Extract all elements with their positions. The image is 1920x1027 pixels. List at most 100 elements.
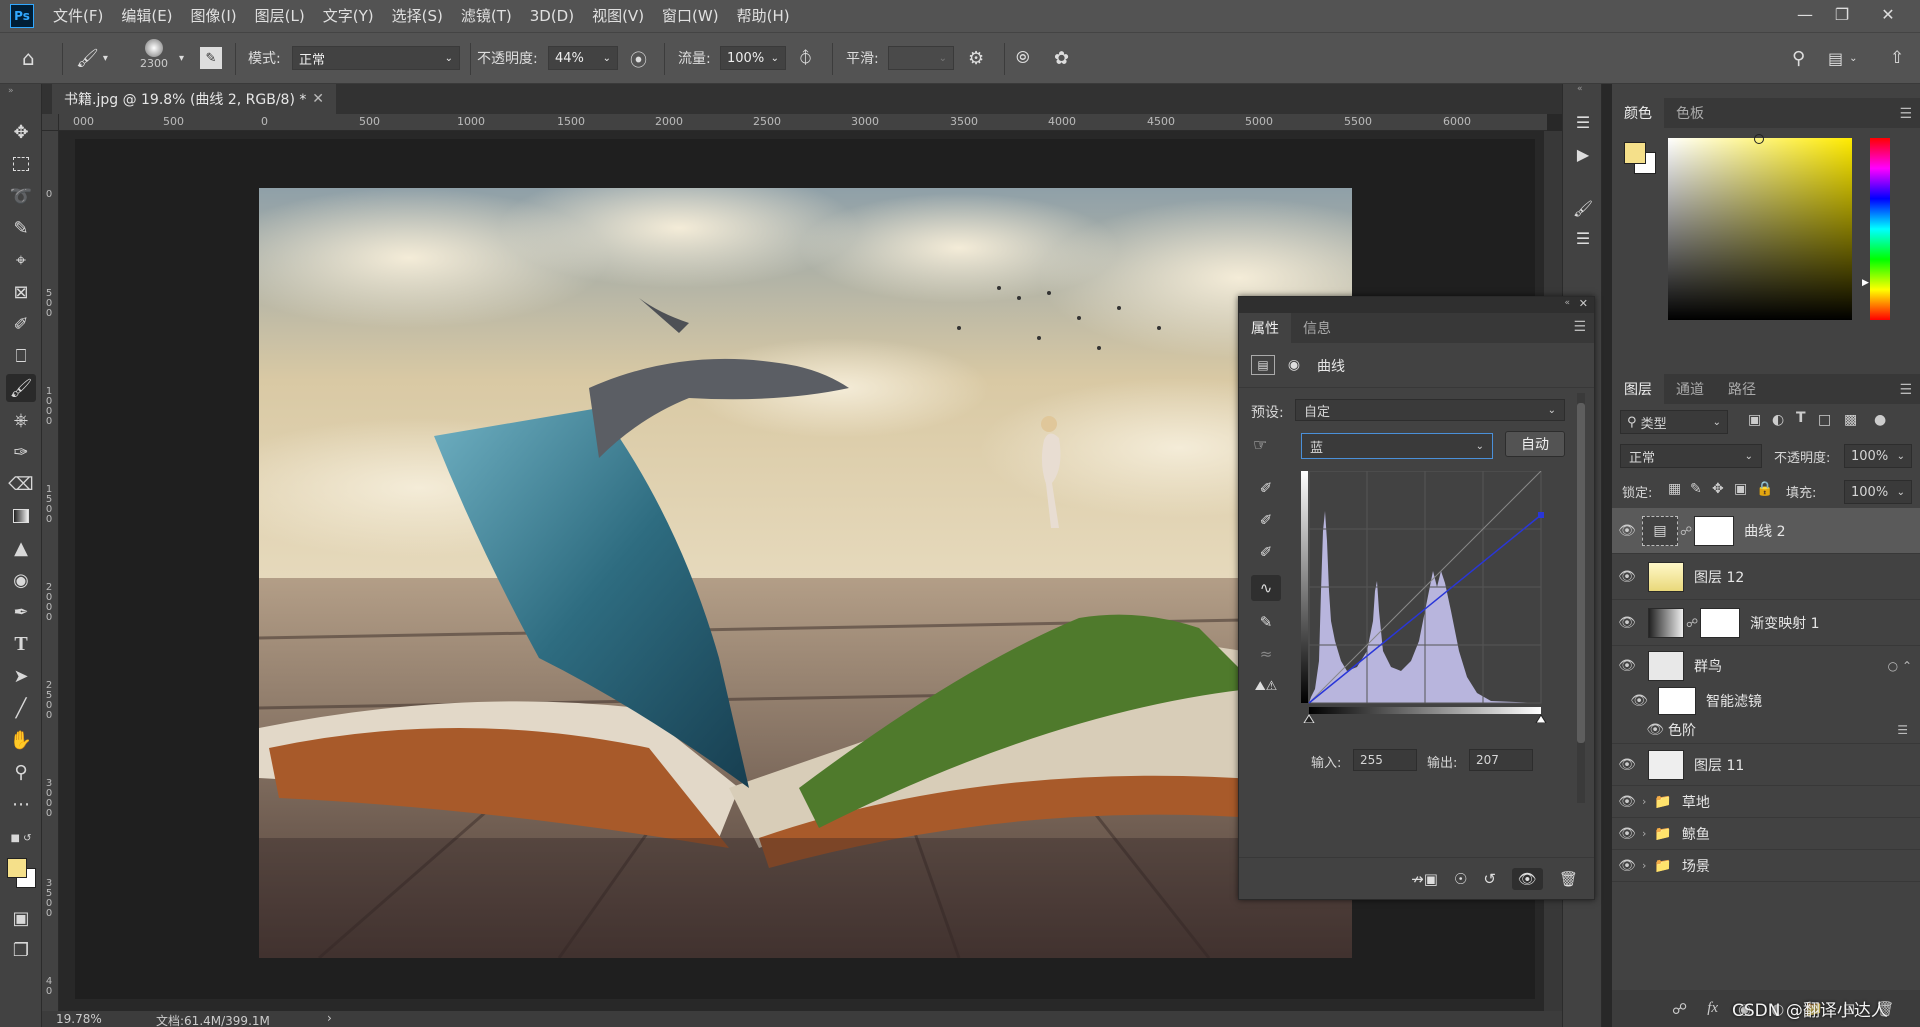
lock-artboard-icon[interactable]: ▣	[1734, 481, 1747, 497]
zoom-level[interactable]: 19.78%	[56, 1012, 102, 1026]
eyedropper-tool-icon[interactable]: ✐	[6, 310, 36, 338]
brush-size-picker[interactable]: 2300	[140, 39, 168, 79]
menu-edit[interactable]: 编辑(E)	[112, 0, 181, 32]
quick-selection-tool-icon[interactable]: ✎	[6, 214, 36, 242]
lock-position-icon[interactable]: ✥	[1712, 481, 1724, 497]
marquee-tool-icon[interactable]	[6, 150, 36, 178]
tab-layers[interactable]: 图层	[1612, 374, 1664, 404]
input-value-field[interactable]: 255	[1353, 749, 1417, 771]
layer-row[interactable]: 👁 图层 12	[1612, 554, 1920, 600]
history-brush-tool-icon[interactable]: ✑	[6, 438, 36, 466]
layer-name[interactable]: 场景	[1682, 856, 1710, 876]
reset-adjustment-icon[interactable]: ↺	[1483, 870, 1496, 888]
tab-swatches[interactable]: 色板	[1664, 98, 1716, 128]
blend-mode-select[interactable]: 正常 ⌄	[1620, 444, 1762, 468]
gradient-tool-icon[interactable]	[6, 502, 36, 530]
mask-properties-icon[interactable]: ◉	[1283, 355, 1305, 375]
layer-mask-thumbnail[interactable]	[1700, 607, 1741, 638]
pressure-size-icon[interactable]: ⦾	[1016, 45, 1030, 71]
layer-name[interactable]: 图层 11	[1694, 755, 1744, 775]
opacity-input[interactable]: 44% ⌄	[548, 46, 618, 70]
sample-gray-eyedropper-icon[interactable]: ✐	[1251, 507, 1281, 533]
healing-brush-tool-icon[interactable]: ⎕	[6, 342, 36, 370]
sample-white-eyedropper-icon[interactable]: ✐	[1251, 539, 1281, 565]
minimize-icon[interactable]: —	[1785, 0, 1825, 28]
panel-title-strip[interactable]: « ✕	[1239, 297, 1594, 313]
clip-to-layer-icon[interactable]: ↛▣	[1411, 870, 1438, 888]
frame-tool-icon[interactable]: ⊠	[6, 278, 36, 306]
layer-name[interactable]: 曲线 2	[1744, 521, 1785, 541]
history-panel-icon[interactable]: ☰	[1568, 108, 1598, 136]
hue-slider[interactable]: ▶	[1862, 138, 1890, 320]
layer-style-icon[interactable]: fx	[1707, 1000, 1718, 1017]
tab-paths[interactable]: 路径	[1716, 374, 1768, 404]
symmetry-butterfly-icon[interactable]: ✿	[1054, 45, 1069, 71]
filter-smart-object-icon[interactable]: ▩	[1844, 412, 1857, 428]
curves-chart[interactable]	[1301, 470, 1549, 724]
visibility-eye-icon[interactable]: 👁	[1612, 826, 1642, 842]
visibility-eye-icon[interactable]: 👁	[1612, 757, 1642, 773]
menu-3d[interactable]: 3D(D)	[521, 0, 583, 32]
brush-size-chevron-icon[interactable]: ▾	[179, 45, 184, 71]
brush-settings-panel-icon[interactable]: 🖌	[1568, 194, 1598, 222]
crop-tool-icon[interactable]: ⌖	[6, 246, 36, 274]
menu-help[interactable]: 帮助(H)	[728, 0, 799, 32]
gear-icon[interactable]: ⚙	[968, 45, 984, 71]
dodge-tool-icon[interactable]: ◉	[6, 566, 36, 594]
visibility-eye-icon[interactable]: 👁	[1612, 858, 1642, 874]
lock-transparency-icon[interactable]: ▦	[1668, 481, 1681, 497]
clipping-warning-icon[interactable]: ⛰⚠	[1251, 673, 1281, 699]
visibility-eye-icon[interactable]: 👁	[1612, 794, 1642, 810]
layer-row[interactable]: 👁 › 📁 场景	[1612, 850, 1920, 882]
document-tab[interactable]: 书籍.jpg @ 19.8% (曲线 2, RGB/8) * ✕	[52, 84, 336, 114]
color-field[interactable]	[1668, 134, 1852, 320]
brush-tool-icon[interactable]: 🖌	[6, 374, 36, 402]
move-tool-icon[interactable]: ✥	[6, 118, 36, 146]
curves-adjustment-icon[interactable]: ▤	[1251, 355, 1275, 375]
filter-pixel-icon[interactable]: ▣	[1748, 412, 1761, 428]
panel-menu-icon[interactable]: ☰	[1899, 382, 1920, 404]
layer-row[interactable]: 👁 ☍ 渐变映射 1	[1612, 600, 1920, 646]
collapse-icon[interactable]: »	[8, 86, 14, 96]
visibility-eye-icon[interactable]: 👁	[1612, 569, 1642, 585]
menu-window[interactable]: 窗口(W)	[653, 0, 728, 32]
pen-tool-icon[interactable]: ✒	[6, 598, 36, 626]
visibility-eye-icon[interactable]: 👁	[1612, 523, 1642, 539]
tab-info[interactable]: 信息	[1291, 313, 1343, 343]
blur-tool-icon[interactable]: ▲	[6, 534, 36, 562]
quick-mask-icon[interactable]: ▣	[6, 904, 36, 932]
menu-image[interactable]: 图像(I)	[182, 0, 246, 32]
layer-name[interactable]: 草地	[1682, 792, 1710, 812]
layer-opacity-input[interactable]: 100% ⌄	[1844, 444, 1912, 468]
lock-all-icon[interactable]: 🔒	[1756, 481, 1773, 497]
layer-filter-select[interactable]: ⚲ 类型 ⌄	[1620, 410, 1728, 434]
ruler-origin[interactable]	[42, 114, 59, 131]
visibility-eye-icon[interactable]: 👁	[1612, 722, 1664, 738]
workspace-icon[interactable]: ▤ ⌄	[1828, 45, 1858, 71]
clone-stamp-tool-icon[interactable]: ⎈	[6, 406, 36, 434]
type-tool-icon[interactable]: T	[6, 630, 36, 658]
mode-select[interactable]: 正常 ⌄	[292, 46, 460, 70]
output-value-field[interactable]: 207	[1469, 749, 1533, 771]
mask-link-icon[interactable]: ☍	[1680, 524, 1692, 538]
pressure-opacity-icon[interactable]: ⦿	[630, 45, 647, 71]
artwork-image[interactable]	[259, 188, 1352, 958]
filter-shape-icon[interactable]: □	[1818, 412, 1831, 428]
layer-mask-thumbnail[interactable]	[1694, 515, 1735, 546]
photoshop-logo[interactable]: Ps	[10, 4, 34, 28]
collapse-panel-icon[interactable]: «	[1564, 298, 1570, 308]
layer-name[interactable]: 智能滤镜	[1706, 691, 1762, 711]
restore-icon[interactable]: ❐	[1822, 0, 1862, 28]
layer-row[interactable]: 👁 › 📁 鲸鱼	[1612, 818, 1920, 850]
close-tab-icon[interactable]: ✕	[312, 91, 324, 107]
close-panel-icon[interactable]: ✕	[1579, 297, 1588, 310]
filter-adjustment-icon[interactable]: ◐	[1772, 412, 1784, 428]
layer-name[interactable]: 鲸鱼	[1682, 824, 1710, 844]
smart-filter-toggle-icon[interactable]: ○ ⌃	[1888, 659, 1912, 673]
swap-colors-icon[interactable]: ■ ↺	[6, 830, 36, 846]
screen-mode-icon[interactable]: ❐	[6, 936, 36, 964]
expand-group-icon[interactable]: ›	[1642, 795, 1646, 808]
brush-settings-icon[interactable]: ✎	[200, 47, 222, 69]
adjustments-panel-icon[interactable]: ☰	[1568, 224, 1598, 252]
visibility-eye-icon[interactable]: 👁	[1612, 693, 1648, 709]
